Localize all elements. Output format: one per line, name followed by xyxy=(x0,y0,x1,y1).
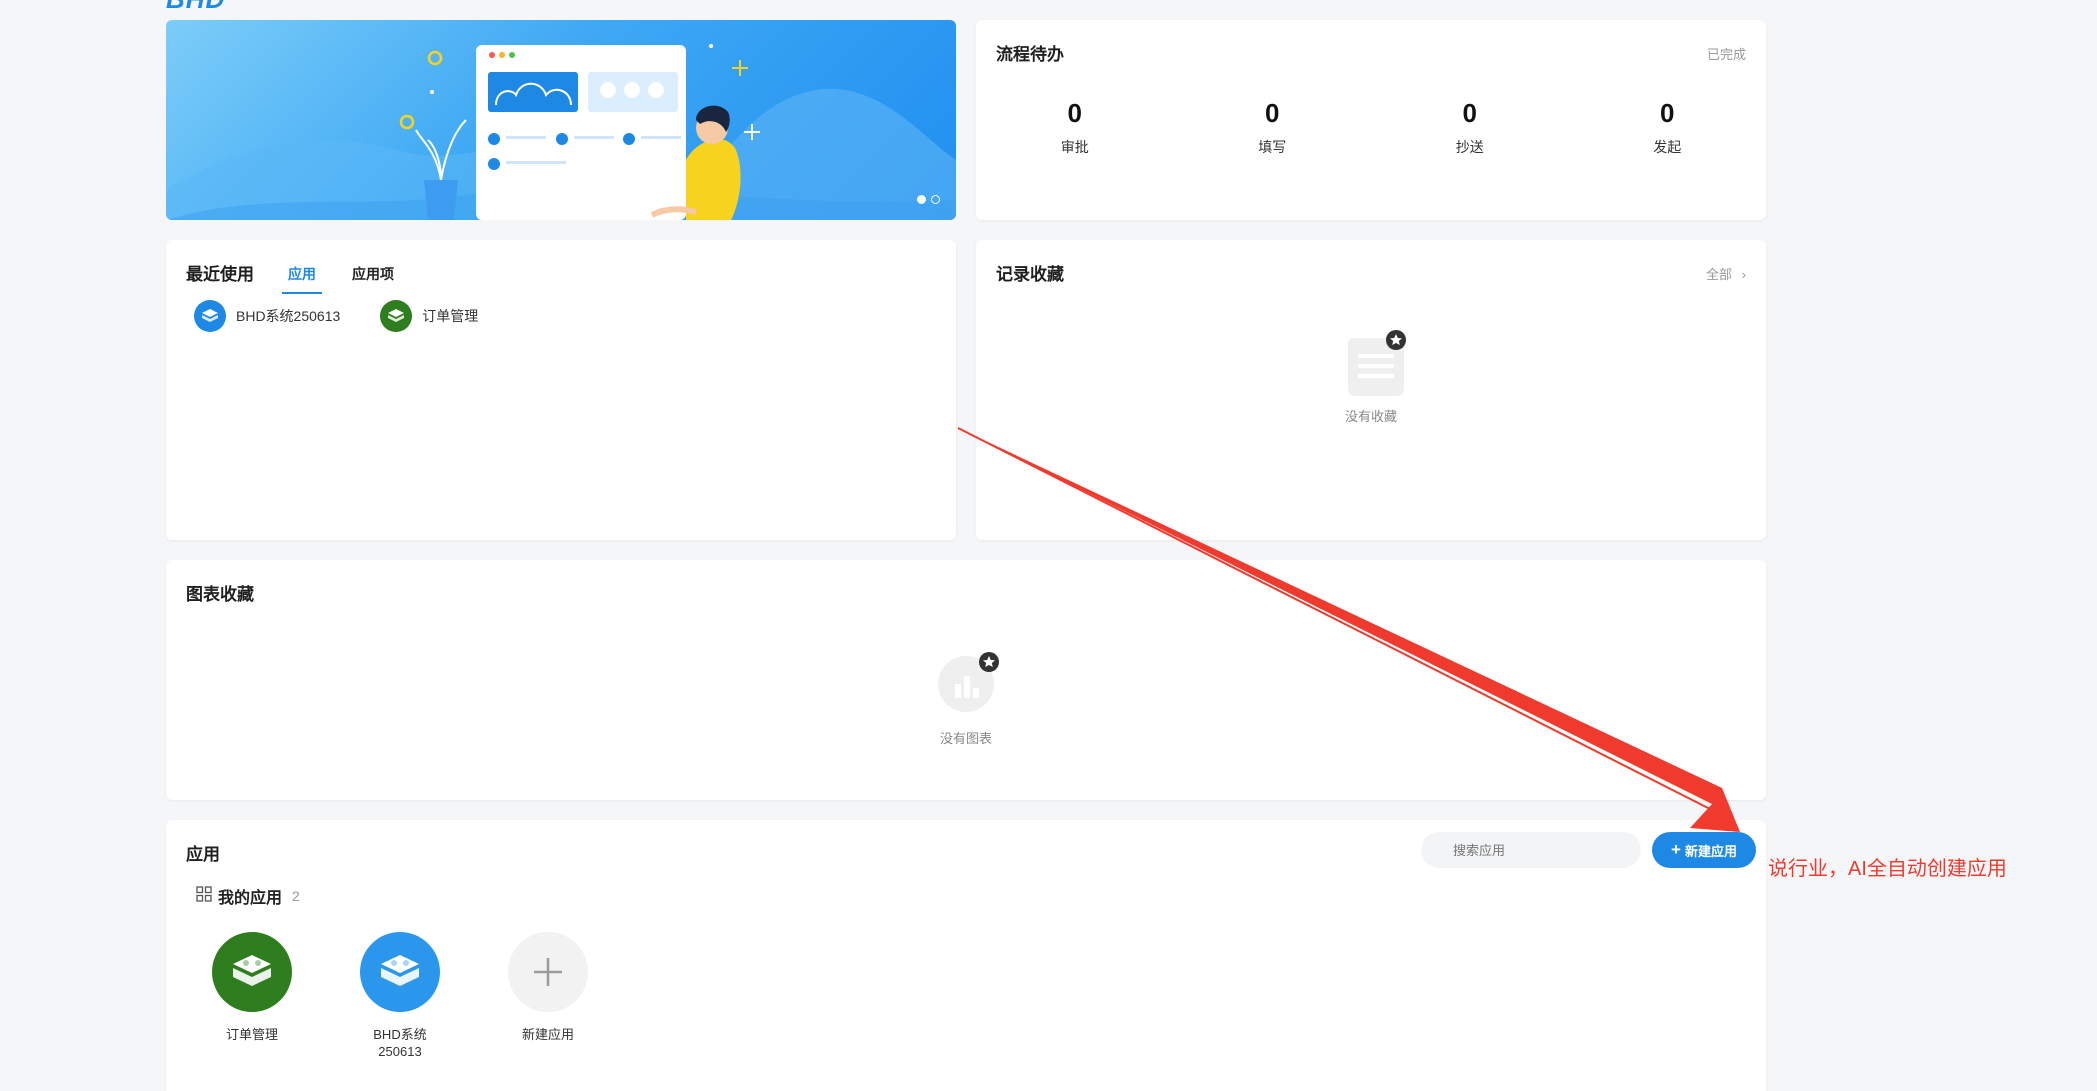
search-input[interactable] xyxy=(1421,832,1641,868)
app-cube-icon xyxy=(380,300,413,332)
my-apps-header: 我的应用 2 xyxy=(196,884,300,908)
app-tile-bhd-system[interactable]: BHD系统 250613 xyxy=(360,932,440,1060)
record-favorites-card: 记录收藏 全部 › 没有收藏 xyxy=(976,240,1766,540)
charts-title: 图表收藏 xyxy=(186,585,254,604)
banner-carousel[interactable] xyxy=(166,20,956,220)
stat-label: 发起 xyxy=(1653,139,1682,155)
brand-logo: BHD xyxy=(166,0,225,15)
carousel-dots xyxy=(917,195,940,204)
chevron-right-icon: › xyxy=(1741,267,1746,282)
stat-value: 0 xyxy=(1067,98,1082,128)
new-app-button-label: 新建应用 xyxy=(1684,843,1737,859)
recent-item-label: BHD系统250613 xyxy=(236,308,341,324)
app-tile-name: BHD系统 250613 xyxy=(373,1027,427,1059)
new-app-button[interactable]: + 新建应用 xyxy=(1652,832,1756,868)
app-tile-new[interactable]: 新建应用 xyxy=(508,932,588,1060)
stat-label: 审批 xyxy=(1060,139,1089,155)
charts-empty-text: 没有图表 xyxy=(939,731,992,746)
process-stats: 0 审批 0 填写 0 抄送 0 发起 xyxy=(976,98,1766,157)
apps-title: 应用 xyxy=(186,845,220,864)
recent-item-label: 订单管理 xyxy=(422,308,479,324)
app-cube-icon xyxy=(212,932,292,1012)
records-empty-state: 没有收藏 xyxy=(976,330,1766,425)
charts-empty-state: 没有图表 xyxy=(166,652,1766,747)
app-tile-name: 新建应用 xyxy=(521,1027,574,1042)
stat-fill[interactable]: 0 填写 xyxy=(1174,98,1372,157)
app-tile-order-management[interactable]: 订单管理 xyxy=(212,932,292,1060)
tab-apps[interactable]: 应用 xyxy=(282,254,322,294)
recent-list: BHD系统250613 订单管理 xyxy=(194,300,478,332)
stat-initiate[interactable]: 0 发起 xyxy=(1569,98,1767,157)
app-cube-icon xyxy=(194,300,226,332)
banner-illustration xyxy=(166,44,956,220)
all-link-label: 全部 xyxy=(1706,267,1733,282)
recent-tabs: 应用 应用项 xyxy=(282,254,400,294)
all-link[interactable]: 全部 › xyxy=(1706,264,1746,283)
app-grid: 订单管理 BHD系统 250613 新建应用 xyxy=(212,932,588,1060)
empty-document-icon xyxy=(1342,330,1406,396)
records-title: 记录收藏 xyxy=(996,265,1064,284)
records-empty-text: 没有收藏 xyxy=(1344,409,1397,424)
grid-icon xyxy=(196,885,212,907)
plus-icon: + xyxy=(1671,840,1681,859)
recent-title: 最近使用 xyxy=(186,265,254,284)
carousel-dot-1[interactable] xyxy=(917,195,926,204)
process-title: 流程待办 xyxy=(996,45,1064,64)
annotation-text: 说行业，AI全自动创建应用 xyxy=(1768,858,2007,880)
chart-favorites-card: 图表收藏 没有图表 xyxy=(166,560,1766,800)
plus-icon xyxy=(508,932,588,1012)
stat-value: 0 xyxy=(1265,98,1280,128)
apps-card: 应用 + 新建应用 我的应用 2 订单管理 xyxy=(166,820,1766,1091)
stat-approve[interactable]: 0 审批 xyxy=(976,98,1174,157)
app-tile-name: 订单管理 xyxy=(225,1027,278,1042)
my-apps-label: 我的应用 xyxy=(218,890,283,907)
stat-cc[interactable]: 0 抄送 xyxy=(1371,98,1569,157)
process-todo-card: 流程待办 已完成 0 审批 0 填写 0 抄送 0 发起 xyxy=(976,20,1766,220)
completed-link[interactable]: 已完成 xyxy=(1707,44,1746,63)
empty-chart-icon xyxy=(937,652,999,714)
recent-use-card: 最近使用 应用 应用项 BHD系统250613 订单管理 xyxy=(166,240,956,540)
recent-item[interactable]: BHD系统250613 xyxy=(194,300,340,332)
recent-item[interactable]: 订单管理 xyxy=(380,300,478,332)
carousel-dot-2[interactable] xyxy=(931,195,940,204)
stat-value: 0 xyxy=(1660,98,1675,128)
stat-value: 0 xyxy=(1462,98,1477,128)
tab-app-items[interactable]: 应用项 xyxy=(346,254,400,294)
my-apps-count: 2 xyxy=(292,888,300,904)
app-cube-icon xyxy=(360,932,440,1012)
stat-label: 填写 xyxy=(1258,139,1287,155)
stat-label: 抄送 xyxy=(1455,139,1484,155)
